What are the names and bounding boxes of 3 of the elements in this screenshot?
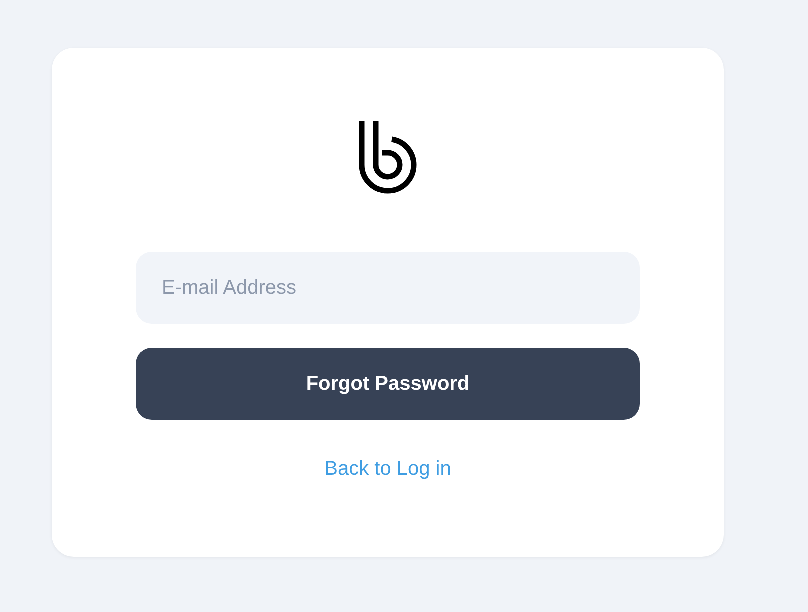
logo-icon [358,120,418,194]
email-field[interactable]: E-mail Address [136,252,640,324]
forgot-password-button[interactable]: Forgot Password [136,348,640,420]
